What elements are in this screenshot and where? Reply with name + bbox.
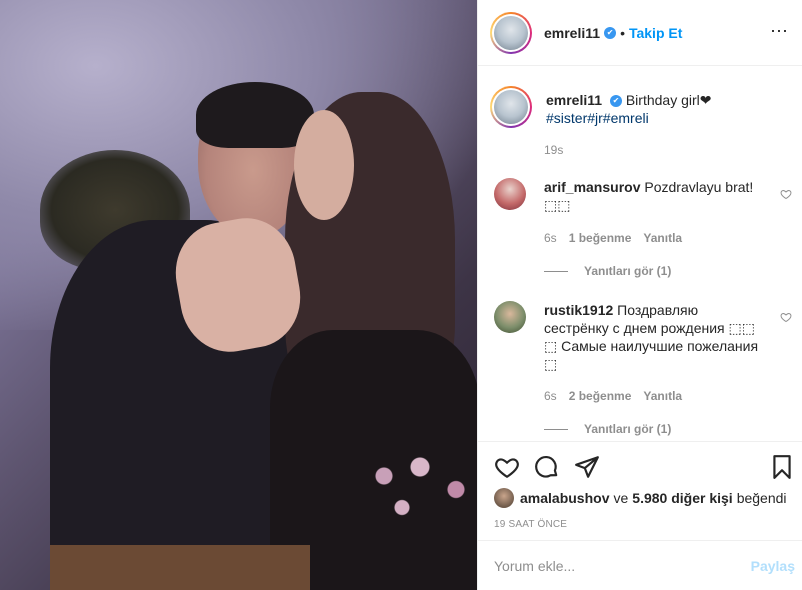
- caption-time[interactable]: 19s: [544, 143, 563, 157]
- likes-suffix: beğendi: [736, 490, 787, 506]
- post-side-panel: emreli11 ✔ • Takip Et ⋯ emreli11 ✔ Birth…: [477, 0, 802, 590]
- reply-button[interactable]: Yanıtla: [643, 389, 682, 403]
- caption-username[interactable]: emreli11: [546, 92, 602, 108]
- post-photo[interactable]: [0, 0, 477, 590]
- comment-item: rustik1912 Поздравляю сестрёнку с днем р…: [494, 301, 792, 373]
- post-caption: emreli11 ✔ Birthday girl❤ #sister#jr#emr…: [490, 86, 790, 128]
- verified-icon: ✔: [609, 95, 622, 108]
- author-username[interactable]: emreli11: [544, 25, 600, 41]
- photo-chair: [50, 545, 310, 590]
- send-icon[interactable]: [574, 454, 600, 480]
- view-replies-label: Yanıtları gör (1): [584, 264, 672, 278]
- likes-summary: amalabushov ve 5.980 diğer kişi beğendi: [494, 488, 787, 508]
- post-actions: amalabushov ve 5.980 diğer kişi beğendi …: [478, 441, 802, 551]
- separator-dot: •: [620, 24, 625, 41]
- comment-time[interactable]: 6s: [544, 231, 557, 245]
- commenter-avatar[interactable]: [494, 178, 526, 210]
- comment-likes[interactable]: 2 beğenme: [569, 389, 632, 403]
- author-avatar[interactable]: [490, 11, 532, 54]
- comment-likes[interactable]: 1 beğenme: [569, 231, 632, 245]
- liker-username[interactable]: amalabushov: [520, 490, 609, 506]
- comment-like-heart-icon[interactable]: [780, 311, 792, 323]
- post-header: emreli11 ✔ • Takip Et ⋯: [478, 0, 802, 66]
- reply-button[interactable]: Yanıtla: [643, 231, 682, 245]
- comment-time[interactable]: 6s: [544, 389, 557, 403]
- photo-man-hair: [196, 82, 314, 148]
- commenter-username[interactable]: rustik1912: [544, 302, 613, 318]
- posted-ago[interactable]: 19 SAAT ÖNCE: [494, 519, 567, 530]
- caption-text: Birthday girl❤: [625, 92, 712, 108]
- comment-meta: 6s 2 beğenme Yanıtla: [544, 389, 682, 403]
- comment-input[interactable]: [494, 557, 751, 574]
- heart-icon[interactable]: [494, 454, 520, 480]
- more-options-icon[interactable]: ⋯: [770, 22, 789, 40]
- comment-item: arif_mansurov Pozdravlayu brat! ⬚⬚: [494, 178, 792, 214]
- bookmark-icon[interactable]: [769, 454, 795, 480]
- commenter-avatar[interactable]: [494, 301, 526, 333]
- verified-icon: ✔: [604, 26, 617, 39]
- caption-hashtags[interactable]: #sister#jr#emreli: [546, 110, 649, 126]
- view-replies-label: Yanıtları gör (1): [584, 422, 672, 436]
- likes-others[interactable]: 5.980 diğer kişi: [632, 490, 732, 506]
- comment-meta: 6s 1 beğenme Yanıtla: [544, 231, 682, 245]
- comment-like-heart-icon[interactable]: [780, 188, 792, 200]
- commenter-username[interactable]: arif_mansurov: [544, 179, 640, 195]
- add-comment-bar: Paylaş: [478, 540, 802, 590]
- comment-icon[interactable]: [534, 454, 560, 480]
- liker-avatar[interactable]: [494, 488, 514, 508]
- likes-connector: ve: [613, 490, 629, 506]
- view-replies[interactable]: Yanıtları gör (1): [544, 422, 671, 436]
- caption-avatar[interactable]: [490, 86, 532, 128]
- share-button[interactable]: Paylaş: [751, 558, 795, 574]
- photo-flowers: [360, 440, 477, 530]
- follow-button[interactable]: Takip Et: [629, 25, 682, 41]
- photo-woman-face: [294, 110, 354, 220]
- view-replies[interactable]: Yanıtları gör (1): [544, 264, 671, 278]
